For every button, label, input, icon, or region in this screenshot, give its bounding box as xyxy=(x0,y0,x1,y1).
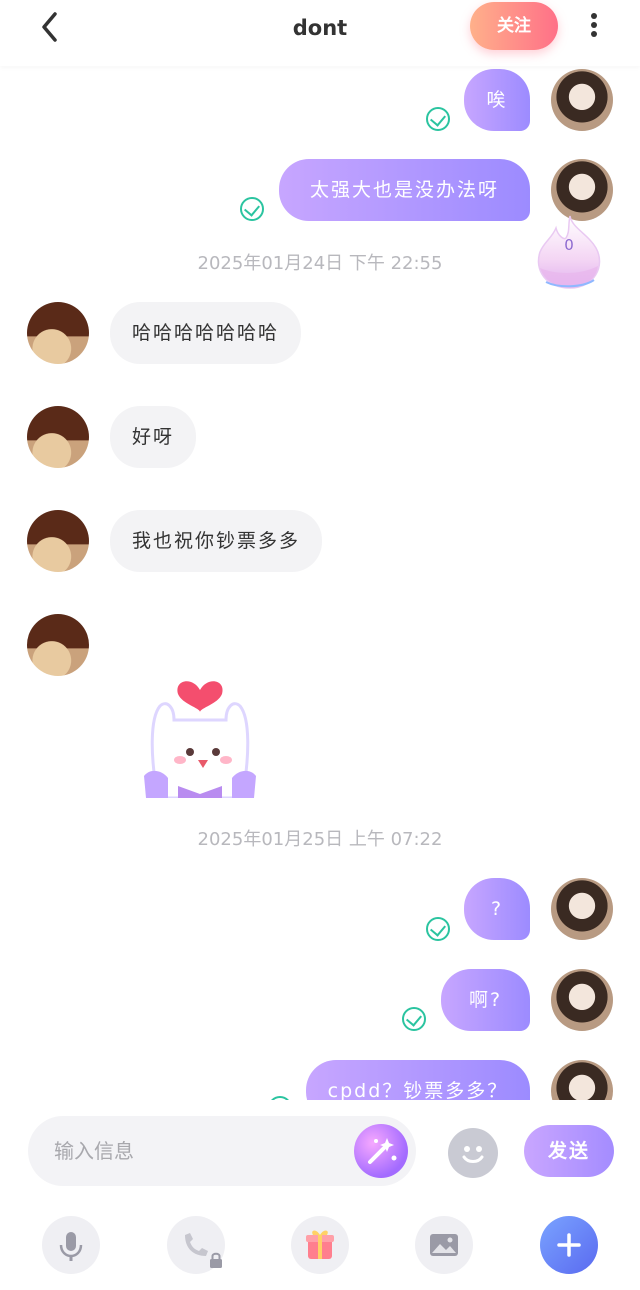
more-vertical-icon[interactable] xyxy=(584,10,604,44)
contact-avatar[interactable] xyxy=(27,510,89,572)
my-avatar[interactable] xyxy=(551,69,613,131)
my-avatar[interactable] xyxy=(551,969,613,1031)
heart-bunny-sticker[interactable] xyxy=(140,646,260,798)
message-bubble-outgoing[interactable]: cpdd？钞票多多？ xyxy=(306,1060,530,1100)
message-bubble-incoming[interactable]: 哈哈哈哈哈哈哈 xyxy=(110,302,302,364)
contact-avatar[interactable] xyxy=(27,614,89,676)
message-bubble-incoming[interactable]: 好呀 xyxy=(110,406,197,468)
follow-button[interactable]: 关注 xyxy=(470,2,558,50)
voice-button[interactable] xyxy=(42,1216,100,1274)
read-check-icon xyxy=(426,917,450,941)
voice-call-button[interactable] xyxy=(167,1216,225,1274)
message-bubble-outgoing[interactable]: 唉 xyxy=(464,69,530,131)
timestamp: 2025年01月24日 下午 22:55 xyxy=(197,253,443,274)
message-bubble-incoming[interactable]: 我也祝你钞票多多 xyxy=(110,510,323,572)
emoji-button[interactable] xyxy=(448,1128,498,1178)
read-check-icon xyxy=(426,107,450,131)
message-bubble-outgoing[interactable]: 太强大也是没办法呀 xyxy=(279,159,530,221)
gift-icon xyxy=(306,1230,334,1259)
read-check-icon xyxy=(240,197,264,221)
message-input[interactable] xyxy=(54,1116,354,1186)
image-button[interactable] xyxy=(415,1216,473,1274)
contact-avatar[interactable] xyxy=(27,406,89,468)
microphone-icon xyxy=(59,1232,83,1261)
read-check-icon xyxy=(268,1096,292,1100)
gift-button[interactable] xyxy=(291,1216,349,1274)
read-check-icon xyxy=(402,1007,426,1031)
plus-icon xyxy=(557,1233,581,1257)
magic-wand-icon xyxy=(368,1138,397,1164)
my-avatar[interactable] xyxy=(551,878,613,940)
my-avatar[interactable] xyxy=(551,159,613,221)
send-button[interactable]: 发送 xyxy=(524,1125,614,1177)
magic-wand-button[interactable] xyxy=(354,1124,408,1178)
image-icon xyxy=(430,1234,458,1256)
chat-header: dont 关注 xyxy=(0,0,640,66)
phone-locked-icon xyxy=(185,1233,222,1268)
message-input-container xyxy=(28,1116,416,1186)
my-avatar[interactable] xyxy=(551,1060,613,1100)
message-list[interactable]: 唉 太强大也是没办法呀 0 2025年01月24日 下午 22:55 哈哈哈哈哈… xyxy=(0,66,640,1100)
message-bubble-outgoing[interactable]: 啊? xyxy=(441,969,530,1031)
more-actions-button[interactable] xyxy=(540,1216,598,1274)
contact-avatar[interactable] xyxy=(27,302,89,364)
smiley-icon xyxy=(462,1146,484,1163)
message-bubble-outgoing[interactable]: ? xyxy=(464,878,530,940)
timestamp: 2025年01月25日 上午 07:22 xyxy=(197,829,443,850)
